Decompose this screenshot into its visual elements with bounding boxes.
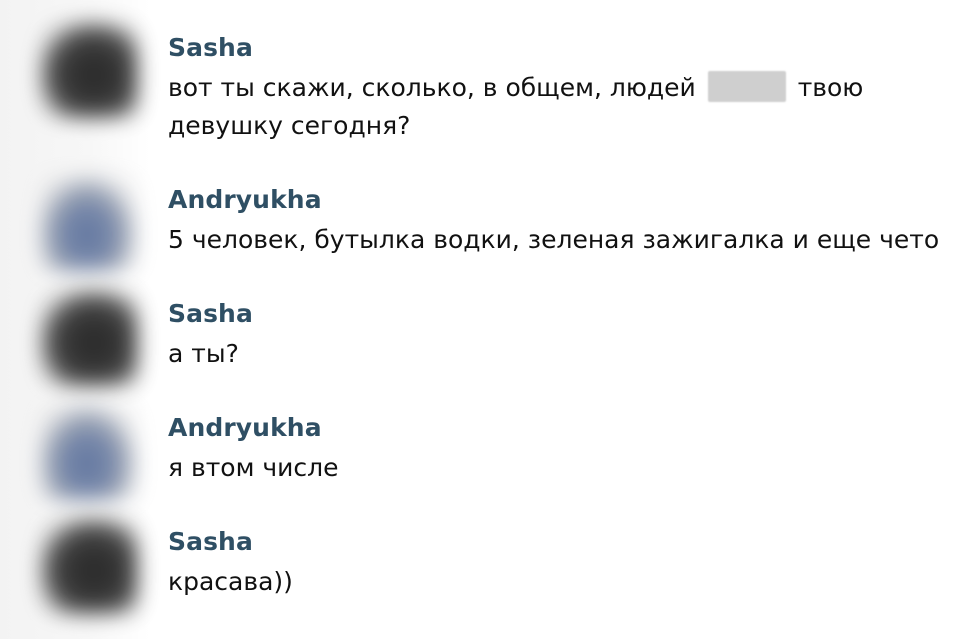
message-content: Sasha красава)) [168,525,942,601]
message-text: вот ты скажи, сколько, в общем, людей тв… [168,69,942,145]
message-text: я втом числе [168,453,339,482]
message-text: красава)) [168,567,293,596]
message-author[interactable]: Sasha [168,31,942,65]
avatar[interactable] [40,290,138,386]
message-author[interactable]: Andryukha [168,411,942,445]
message-author[interactable]: Sasha [168,297,942,331]
message-text: 5 человек, бутылка водки, зеленая зажига… [168,225,940,254]
redacted-word [707,71,786,102]
message-content: Sasha а ты? [168,297,942,373]
message-text: а ты? [168,339,239,368]
message-content: Sasha вот ты скажи, сколько, в общем, лю… [168,31,942,145]
avatar[interactable] [40,22,138,118]
message-content: Andryukha 5 человек, бутылка водки, зеле… [168,183,942,259]
message-author[interactable]: Sasha [168,525,942,559]
avatar[interactable] [40,404,138,500]
message-content: Andryukha я втом числе [168,411,942,487]
message-text-part-1: вот ты скажи, сколько, в общем, людей [168,73,696,102]
message-author[interactable]: Andryukha [168,183,942,217]
avatar[interactable] [40,175,138,271]
avatar[interactable] [40,518,138,614]
